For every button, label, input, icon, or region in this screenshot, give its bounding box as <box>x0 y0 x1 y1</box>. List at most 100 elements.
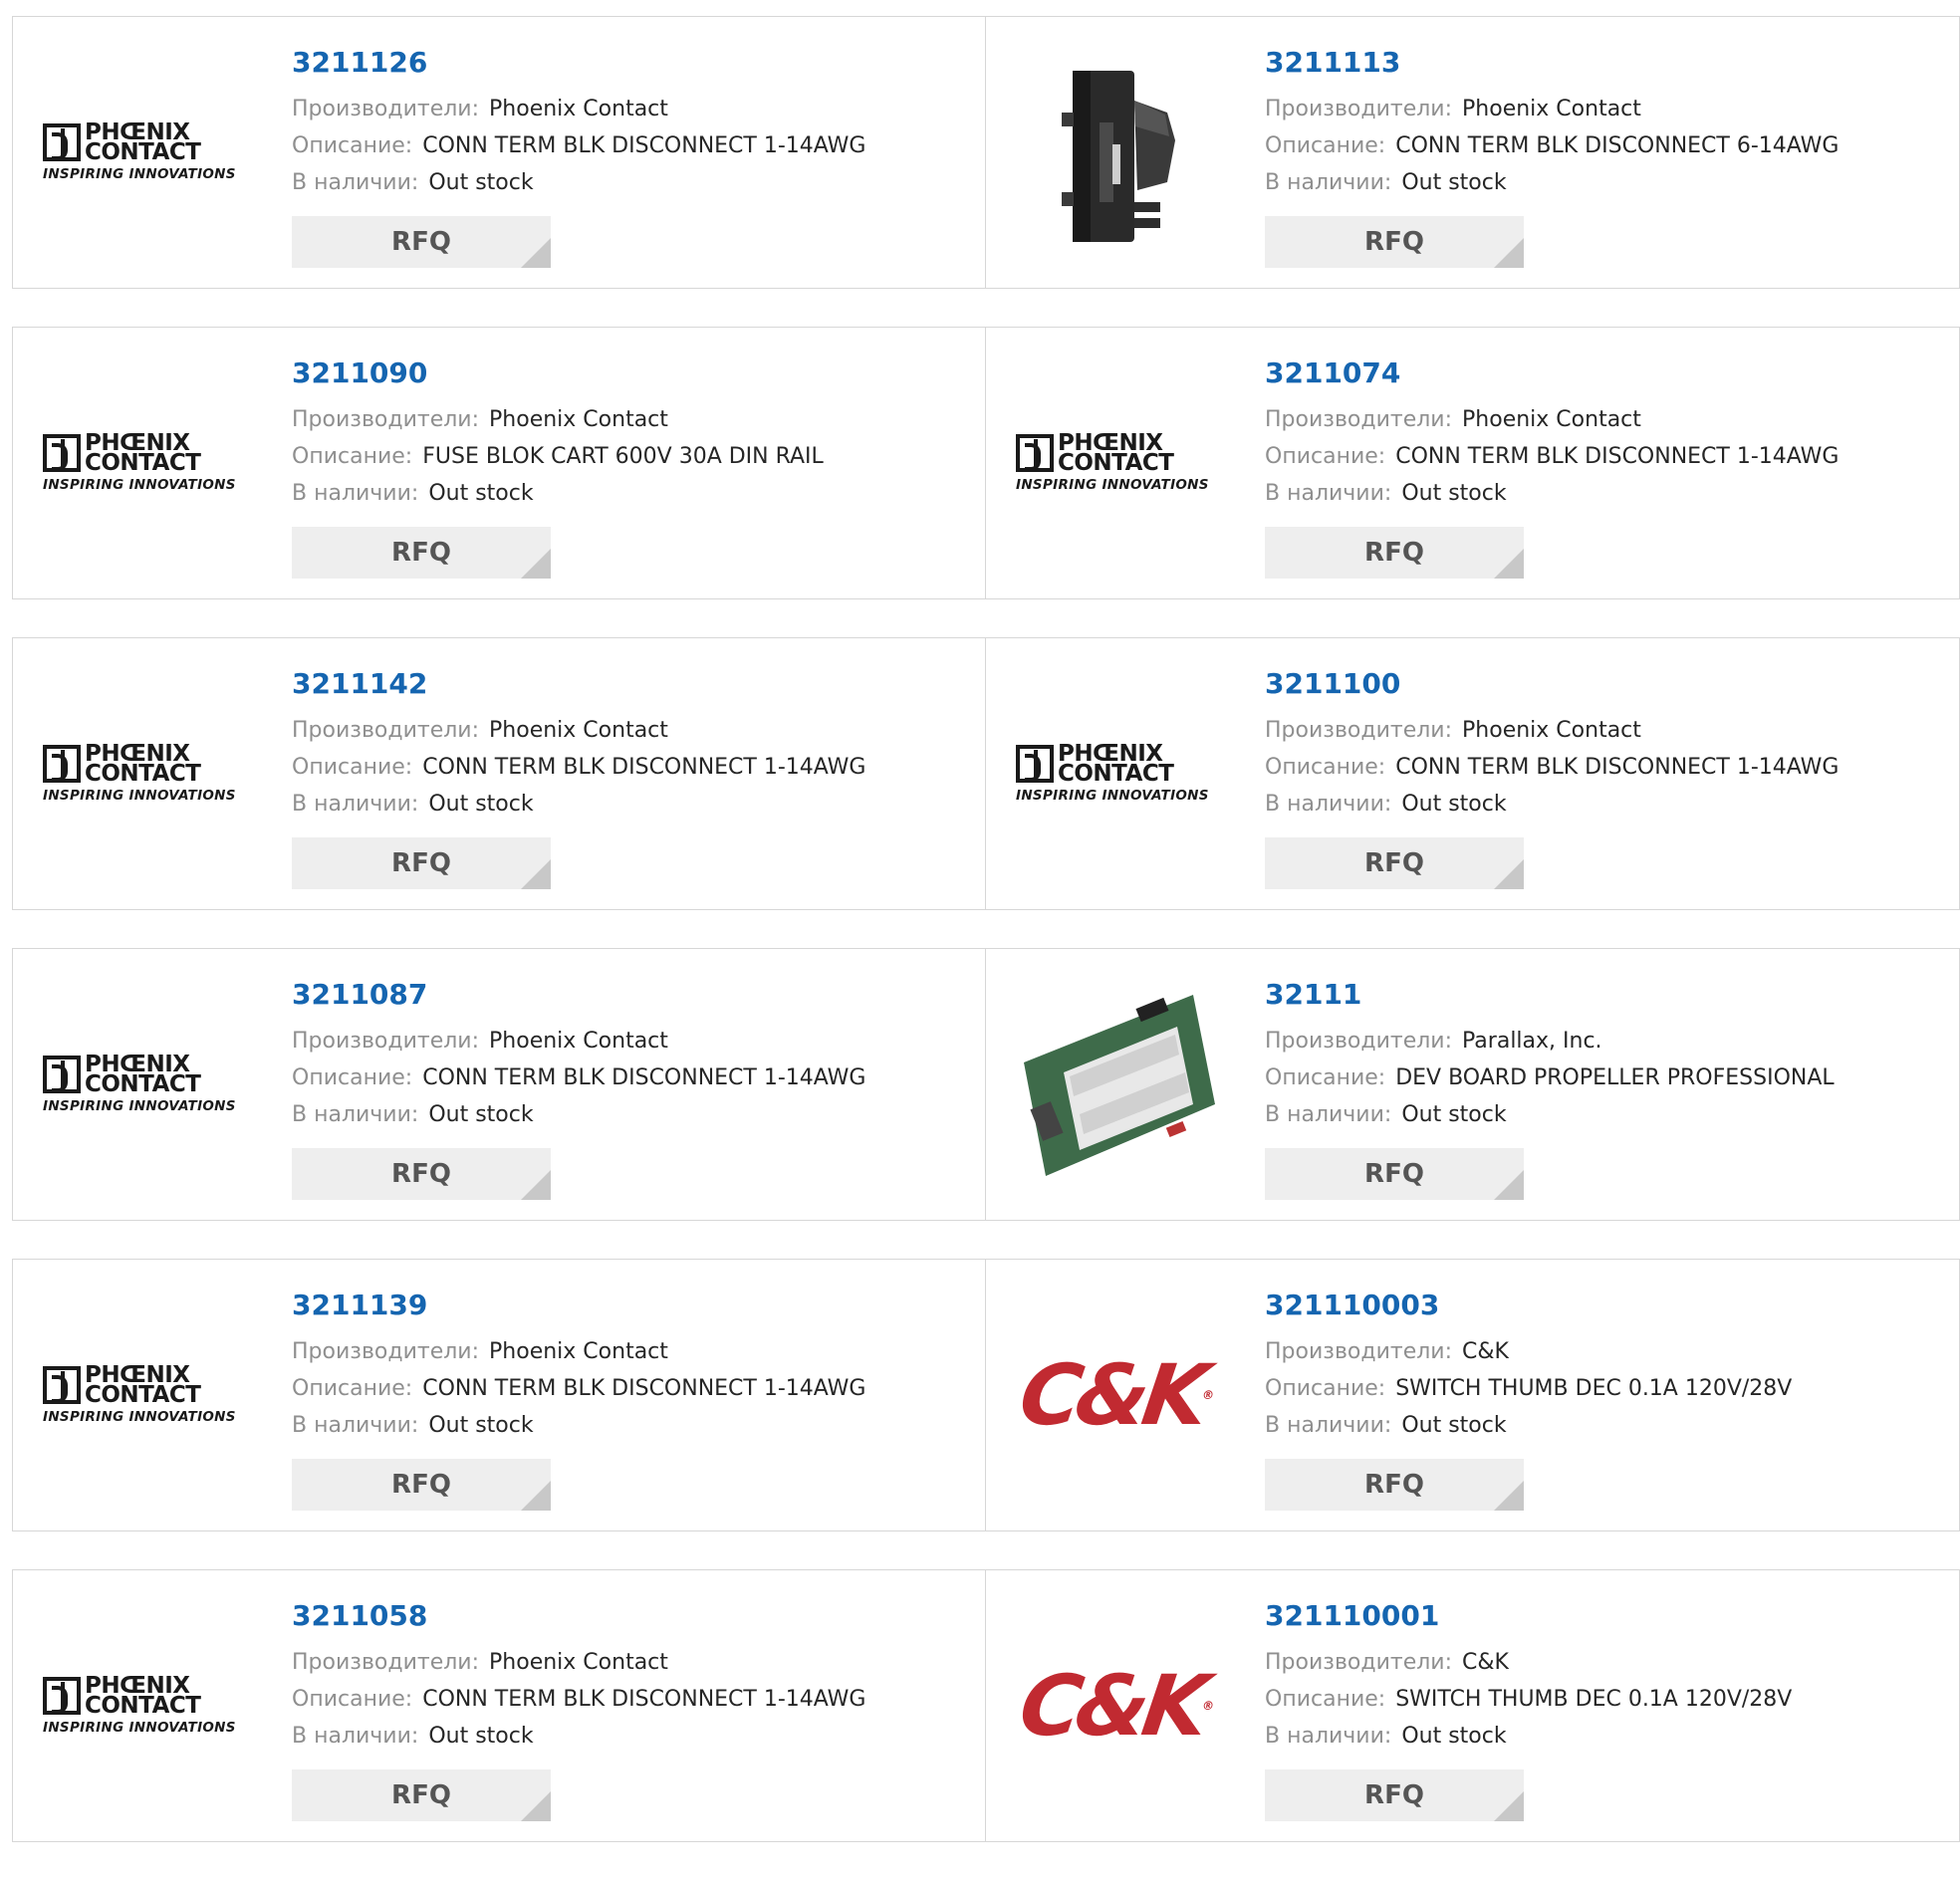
rfq-button[interactable]: RFQ <box>292 837 551 889</box>
rfq-button-label: RFQ <box>1364 1470 1424 1500</box>
part-number-link[interactable]: 3211113 <box>1265 45 1949 81</box>
rfq-button[interactable]: RFQ <box>292 1459 551 1511</box>
description-label: Описание: <box>1265 755 1386 780</box>
part-number-link[interactable]: 3211090 <box>292 355 975 391</box>
stock-value: Out stock <box>428 1724 534 1749</box>
product-thumbnail[interactable]: PHŒNIX CONTACT INSPIRING INNOVATIONS <box>41 363 248 563</box>
manufacturer-label: Производители: <box>292 1339 480 1364</box>
logo-text-ck: C&K <box>1014 1657 1209 1755</box>
description-label: Описание: <box>1265 1065 1386 1090</box>
part-number-link[interactable]: 3211087 <box>292 977 975 1013</box>
rfq-button[interactable]: RFQ <box>292 216 551 268</box>
rfq-button[interactable]: RFQ <box>1265 216 1524 268</box>
logo-text-contact: CONTACT <box>1058 761 1174 787</box>
product-row: PHŒNIX CONTACT INSPIRING INNOVATIONS 321… <box>12 1259 1960 1531</box>
rfq-button[interactable]: RFQ <box>1265 1459 1524 1511</box>
part-number-link[interactable]: 321110001 <box>1265 1598 1949 1634</box>
rfq-button-label: RFQ <box>1364 1780 1424 1810</box>
description-value: CONN TERM BLK DISCONNECT 1-14AWG <box>1395 755 1839 780</box>
part-number-link[interactable]: 321110003 <box>1265 1288 1949 1323</box>
registered-mark: ® <box>1201 1699 1215 1713</box>
manufacturer-label: Производители: <box>1265 97 1453 121</box>
phoenix-mark-icon <box>43 1056 81 1093</box>
product-card: C&K® 321110003 Производители: C&K Описани… <box>986 1259 1960 1531</box>
manufacturer-line: Производители: Phoenix Contact <box>1265 401 1949 438</box>
logo-text-contact: CONTACT <box>85 761 201 787</box>
phoenix-mark-icon <box>43 1677 81 1715</box>
manufacturer-line: Производители: Phoenix Contact <box>292 1644 975 1681</box>
description-label: Описание: <box>292 1687 413 1712</box>
part-number-link[interactable]: 3211058 <box>292 1598 975 1634</box>
part-number-link[interactable]: 32111 <box>1265 977 1949 1013</box>
product-card: PHŒNIX CONTACT INSPIRING INNOVATIONS 321… <box>12 1259 986 1531</box>
product-thumbnail[interactable] <box>1014 53 1221 252</box>
part-number-link[interactable]: 3211126 <box>292 45 975 81</box>
rfq-button[interactable]: RFQ <box>292 527 551 579</box>
stock-value: Out stock <box>1401 1724 1507 1749</box>
product-thumbnail[interactable]: PHŒNIX CONTACT INSPIRING INNOVATIONS <box>1014 363 1221 563</box>
manufacturer-label: Производители: <box>1265 407 1453 432</box>
ck-logo: C&K® <box>1014 1657 1221 1755</box>
phoenix-contact-logo: PHŒNIX CONTACT INSPIRING INNOVATIONS <box>1016 432 1219 493</box>
product-card: PHŒNIX CONTACT INSPIRING INNOVATIONS 321… <box>12 948 986 1221</box>
phoenix-mark-icon <box>1016 745 1054 783</box>
product-card: 32111 Производители: Parallax, Inc. Описа… <box>986 948 1960 1221</box>
part-number-link[interactable]: 3211139 <box>292 1288 975 1323</box>
rfq-button-label: RFQ <box>391 227 451 257</box>
rfq-button[interactable]: RFQ <box>1265 527 1524 579</box>
product-row: PHŒNIX CONTACT INSPIRING INNOVATIONS 321… <box>12 1569 1960 1842</box>
product-thumbnail[interactable]: C&K® <box>1014 1606 1221 1805</box>
description-value: CONN TERM BLK DISCONNECT 1-14AWG <box>1395 444 1839 469</box>
manufacturer-line: Производители: Phoenix Contact <box>292 1333 975 1370</box>
rfq-button[interactable]: RFQ <box>292 1148 551 1200</box>
description-label: Описание: <box>292 133 413 158</box>
description-line: Описание: CONN TERM BLK DISCONNECT 1-14AW… <box>1265 749 1949 786</box>
manufacturer-value: Parallax, Inc. <box>1462 1029 1602 1054</box>
part-number-link[interactable]: 3211100 <box>1265 666 1949 702</box>
product-thumbnail[interactable]: PHŒNIX CONTACT INSPIRING INNOVATIONS <box>41 1606 248 1805</box>
phoenix-contact-logo: PHŒNIX CONTACT INSPIRING INNOVATIONS <box>43 1054 246 1114</box>
part-number-link[interactable]: 3211074 <box>1265 355 1949 391</box>
phoenix-mark-icon <box>43 1366 81 1404</box>
description-line: Описание: CONN TERM BLK DISCONNECT 1-14AW… <box>292 127 975 164</box>
product-thumbnail[interactable]: PHŒNIX CONTACT INSPIRING INNOVATIONS <box>41 1295 248 1495</box>
description-line: Описание: FUSE BLOK CART 600V 30A DIN RAI… <box>292 438 975 475</box>
phoenix-mark-icon <box>43 123 81 161</box>
product-thumbnail[interactable]: C&K® <box>1014 1295 1221 1495</box>
rfq-button-label: RFQ <box>391 538 451 568</box>
manufacturer-value: Phoenix Contact <box>489 97 668 121</box>
description-label: Описание: <box>292 1376 413 1401</box>
part-number-link[interactable]: 3211142 <box>292 666 975 702</box>
description-line: Описание: CONN TERM BLK DISCONNECT 6-14AW… <box>1265 127 1949 164</box>
rfq-button[interactable]: RFQ <box>1265 1769 1524 1821</box>
phoenix-mark-icon <box>43 434 81 472</box>
logo-text-contact: CONTACT <box>85 139 201 165</box>
ck-logo: C&K® <box>1014 1346 1221 1444</box>
rfq-corner-icon <box>521 1170 551 1200</box>
manufacturer-value: C&K <box>1462 1339 1509 1364</box>
manufacturer-value: C&K <box>1462 1650 1509 1675</box>
product-card: PHŒNIX CONTACT INSPIRING INNOVATIONS 321… <box>12 327 986 599</box>
rfq-button[interactable]: RFQ <box>1265 837 1524 889</box>
rfq-corner-icon <box>1494 238 1524 268</box>
product-thumbnail[interactable]: PHŒNIX CONTACT INSPIRING INNOVATIONS <box>1014 674 1221 873</box>
manufacturer-value: Phoenix Contact <box>489 718 668 743</box>
manufacturer-value: Phoenix Contact <box>489 407 668 432</box>
stock-label: В наличии: <box>292 1724 419 1749</box>
product-thumbnail[interactable]: PHŒNIX CONTACT INSPIRING INNOVATIONS <box>41 53 248 252</box>
rfq-corner-icon <box>1494 1791 1524 1821</box>
stock-line: В наличии: Out stock <box>1265 1096 1949 1133</box>
product-card: PHŒNIX CONTACT INSPIRING INNOVATIONS 321… <box>986 327 1960 599</box>
stock-line: В наличии: Out stock <box>292 1718 975 1755</box>
stock-line: В наличии: Out stock <box>292 475 975 512</box>
manufacturer-value: Phoenix Contact <box>1462 407 1641 432</box>
product-thumbnail[interactable]: PHŒNIX CONTACT INSPIRING INNOVATIONS <box>41 674 248 873</box>
description-line: Описание: SWITCH THUMB DEC 0.1A 120V/28V <box>1265 1370 1949 1407</box>
description-line: Описание: CONN TERM BLK DISCONNECT 1-14AW… <box>292 749 975 786</box>
manufacturer-line: Производители: Parallax, Inc. <box>1265 1023 1949 1059</box>
rfq-button[interactable]: RFQ <box>292 1769 551 1821</box>
rfq-button[interactable]: RFQ <box>1265 1148 1524 1200</box>
stock-label: В наличии: <box>292 1413 419 1438</box>
product-thumbnail[interactable] <box>1014 985 1221 1184</box>
product-thumbnail[interactable]: PHŒNIX CONTACT INSPIRING INNOVATIONS <box>41 985 248 1184</box>
